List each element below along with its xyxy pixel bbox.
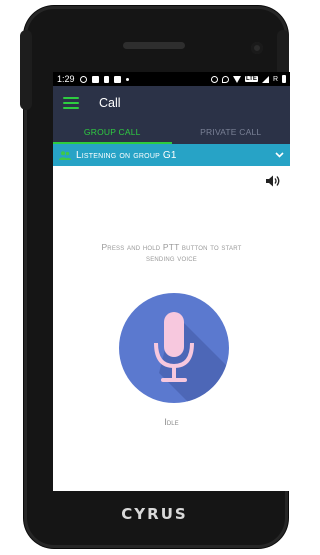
app-bar: Call	[53, 86, 290, 119]
gallery-icon	[113, 75, 121, 83]
ptt-status: Idle	[164, 417, 179, 427]
ptt-instruction: Press and hold PTT button to start sendi…	[53, 242, 290, 264]
group-people-icon	[59, 150, 71, 160]
signal-icon	[261, 75, 269, 83]
chevron-down-icon[interactable]	[275, 152, 284, 158]
lte-badge: LTE	[245, 76, 258, 82]
tab-group-call[interactable]: GROUP CALL	[53, 119, 172, 144]
call-tabs: GROUP CALL PRIVATE CALL	[53, 119, 290, 144]
earpiece	[123, 42, 185, 49]
active-tab-indicator	[53, 142, 172, 144]
phone-screen: 1:29 LTE R Call GROUP CALL PRIVATE CALL	[53, 72, 290, 491]
page-title: Call	[99, 95, 121, 110]
image-icon	[91, 75, 99, 83]
location-icon	[222, 75, 230, 83]
phone-bumper-left	[20, 30, 32, 110]
ptt-button[interactable]	[119, 293, 229, 403]
download-icon	[103, 75, 109, 83]
status-time: 1:29	[57, 74, 75, 84]
battery-icon	[282, 75, 286, 83]
device-brand-logo: CYRUS	[121, 505, 188, 523]
group-status-text: Listening on group G1	[76, 149, 177, 161]
eye-icon	[79, 75, 87, 83]
front-camera	[251, 42, 263, 54]
group-selector[interactable]: Listening on group G1	[53, 144, 290, 166]
microphone-icon	[154, 312, 229, 403]
hamburger-menu-icon[interactable]	[63, 96, 79, 109]
notification-dot-icon	[125, 77, 129, 81]
tab-private-call[interactable]: PRIVATE CALL	[172, 119, 291, 144]
sync-icon	[211, 75, 219, 83]
ptt-instruction-text: Press and hold PTT button to start sendi…	[101, 242, 242, 263]
status-bar: 1:29 LTE R	[53, 72, 290, 86]
main-content: Press and hold PTT button to start sendi…	[53, 166, 290, 491]
wifi-icon	[233, 75, 242, 83]
speaker-icon[interactable]	[265, 174, 281, 188]
roaming-indicator: R	[272, 75, 278, 83]
